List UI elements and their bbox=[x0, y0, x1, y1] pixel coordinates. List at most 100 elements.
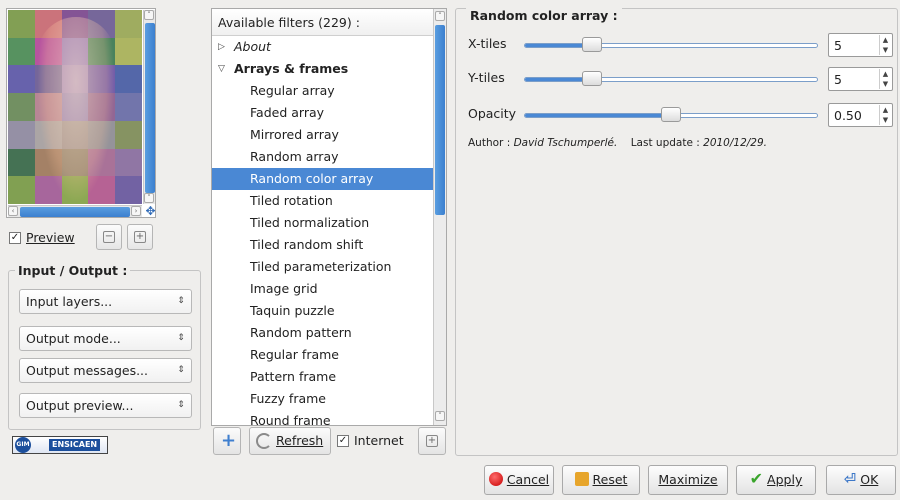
plus-icon: + bbox=[221, 430, 237, 451]
preview-toggle[interactable]: ✓ Preview bbox=[9, 230, 75, 245]
scroll-down-icon[interactable]: ˅ bbox=[435, 411, 445, 421]
parameter-spinbox[interactable]: 0.50 ▲ ▼ bbox=[828, 103, 893, 127]
filter-item[interactable]: Tiled parameterization bbox=[212, 256, 433, 278]
filter-item[interactable]: Random pattern bbox=[212, 322, 433, 344]
filter-item-label: Random pattern bbox=[250, 325, 352, 340]
parameter-slider[interactable] bbox=[524, 37, 818, 52]
gmic-logo[interactable]: GIM ENSICAEN bbox=[12, 436, 108, 454]
slider-handle[interactable] bbox=[582, 71, 603, 86]
filter-item-label: Tiled rotation bbox=[250, 193, 333, 208]
internet-checkbox[interactable]: ✓ bbox=[337, 434, 349, 447]
ok-button[interactable]: ⏎ OK bbox=[826, 465, 896, 495]
preview-tile bbox=[88, 37, 116, 66]
filter-tree-scrollbar[interactable]: ˄ ˅ bbox=[433, 9, 446, 425]
preview-tile bbox=[88, 176, 116, 204]
updown-icon: ⇕ bbox=[177, 333, 185, 343]
preview-tile bbox=[8, 120, 35, 149]
scroll-right-icon[interactable]: › bbox=[131, 206, 141, 216]
filter-category[interactable]: ▷ About bbox=[212, 36, 433, 58]
cancel-button[interactable]: Cancel bbox=[484, 465, 554, 495]
zoom-in-button[interactable]: + bbox=[127, 224, 153, 250]
filter-item-label: Taquin puzzle bbox=[250, 303, 335, 318]
spin-arrows-icon[interactable]: ▲ ▼ bbox=[879, 105, 891, 125]
preview-image[interactable] bbox=[8, 10, 142, 204]
preview-tile bbox=[61, 37, 89, 66]
filter-item[interactable]: Tiled normalization bbox=[212, 212, 433, 234]
maximize-button[interactable]: Maximize bbox=[648, 465, 728, 495]
parameter-row: Opacity 0.50 ▲ ▼ bbox=[468, 103, 893, 127]
preview-vertical-scrollbar[interactable]: ˄ ˅ bbox=[143, 10, 155, 204]
slider-handle[interactable] bbox=[582, 37, 603, 52]
filter-category[interactable]: ▽ Arrays & frames bbox=[212, 58, 433, 80]
logo-circle: GIM bbox=[15, 437, 31, 453]
parameter-slider[interactable] bbox=[524, 107, 818, 122]
preview-tile bbox=[34, 93, 62, 121]
zoom-out-button[interactable]: − bbox=[96, 224, 122, 250]
filter-item[interactable]: Taquin puzzle bbox=[212, 300, 433, 322]
cancel-label: Cancel bbox=[506, 472, 550, 487]
spin-arrows-icon[interactable]: ▲ ▼ bbox=[879, 35, 891, 55]
spin-arrows-icon[interactable]: ▲ ▼ bbox=[879, 69, 891, 89]
output-mode-select[interactable]: Output mode... ⇕ bbox=[19, 326, 192, 351]
filter-item[interactable]: Mirrored array bbox=[212, 124, 433, 146]
preview-horizontal-scrollbar[interactable]: ‹ › bbox=[8, 205, 142, 217]
parameter-spinbox[interactable]: 5 ▲ ▼ bbox=[828, 67, 893, 91]
filter-item[interactable]: Fuzzy frame bbox=[212, 388, 433, 410]
preview-tile bbox=[88, 93, 116, 121]
filter-item[interactable]: Regular frame bbox=[212, 344, 433, 366]
filter-item-label: Faded array bbox=[250, 105, 325, 120]
reset-button[interactable]: Reset bbox=[562, 465, 640, 495]
parameter-spinbox[interactable]: 5 ▲ ▼ bbox=[828, 33, 893, 57]
scroll-up-icon[interactable]: ˄ bbox=[144, 10, 154, 20]
parameters-title: Random color array : bbox=[466, 8, 622, 23]
preview-checkbox[interactable]: ✓ bbox=[9, 231, 21, 244]
filter-item-label: Tiled parameterization bbox=[250, 259, 392, 274]
preview-tile bbox=[61, 10, 89, 38]
filter-item[interactable]: Round frame bbox=[212, 410, 433, 425]
filter-item[interactable]: Tiled rotation bbox=[212, 190, 433, 212]
cancel-icon bbox=[488, 472, 503, 486]
scroll-down-icon[interactable]: ˅ bbox=[144, 193, 154, 203]
scroll-left-icon[interactable]: ‹ bbox=[8, 206, 18, 216]
slider-handle[interactable] bbox=[661, 107, 681, 122]
filter-item[interactable]: Regular array bbox=[212, 80, 433, 102]
preview-tile bbox=[88, 148, 116, 177]
preview-vertical-scroll-thumb[interactable] bbox=[145, 23, 155, 193]
scroll-up-icon[interactable]: ˄ bbox=[435, 11, 445, 21]
filter-item[interactable]: Tiled random shift bbox=[212, 234, 433, 256]
filter-item[interactable]: Image grid bbox=[212, 278, 433, 300]
internet-toggle[interactable]: ✓ Internet bbox=[337, 433, 404, 448]
collapsed-arrow-icon[interactable]: ▷ bbox=[218, 36, 225, 58]
preview-tile bbox=[34, 176, 62, 204]
filter-item-label: Mirrored array bbox=[250, 127, 339, 142]
preview-tile bbox=[34, 120, 62, 149]
filter-item[interactable]: Random array bbox=[212, 146, 433, 168]
output-preview-select[interactable]: Output preview... ⇕ bbox=[19, 393, 192, 418]
filter-item[interactable]: Faded array bbox=[212, 102, 433, 124]
output-messages-select[interactable]: Output messages... ⇕ bbox=[19, 358, 192, 383]
filter-item[interactable]: Pattern frame bbox=[212, 366, 433, 388]
updown-icon: ⇕ bbox=[177, 296, 185, 306]
maximize-label: Maximize bbox=[658, 472, 718, 487]
parameter-label: X-tiles bbox=[468, 36, 507, 51]
input-layers-select[interactable]: Input layers... ⇕ bbox=[19, 289, 192, 314]
parameter-value: 5 bbox=[834, 38, 842, 53]
network-settings-button[interactable]: + bbox=[418, 427, 446, 455]
refresh-button[interactable]: Refresh bbox=[249, 427, 331, 455]
preview-tile bbox=[61, 176, 89, 204]
add-favorite-button[interactable]: + bbox=[213, 427, 241, 455]
filter-category-label: About bbox=[234, 39, 271, 54]
parameter-slider[interactable] bbox=[524, 71, 818, 86]
apply-button[interactable]: ✔ Apply bbox=[736, 465, 816, 495]
move-icon[interactable]: ✥ bbox=[145, 205, 156, 217]
filter-item-label: Tiled random shift bbox=[250, 237, 364, 252]
filter-tree-panel: Available filters (229) : ▷ About ▽ Arrays … bbox=[211, 8, 447, 426]
filter-item[interactable]: Random color array bbox=[212, 168, 433, 190]
preview-tile bbox=[34, 148, 62, 177]
preview-horizontal-scroll-thumb[interactable] bbox=[20, 207, 130, 217]
filter-tree-scroll-thumb[interactable] bbox=[435, 25, 445, 215]
preview-tile bbox=[8, 93, 35, 121]
preview-tile bbox=[34, 10, 62, 38]
expanded-arrow-icon[interactable]: ▽ bbox=[218, 58, 225, 80]
preview-tile bbox=[8, 176, 35, 204]
